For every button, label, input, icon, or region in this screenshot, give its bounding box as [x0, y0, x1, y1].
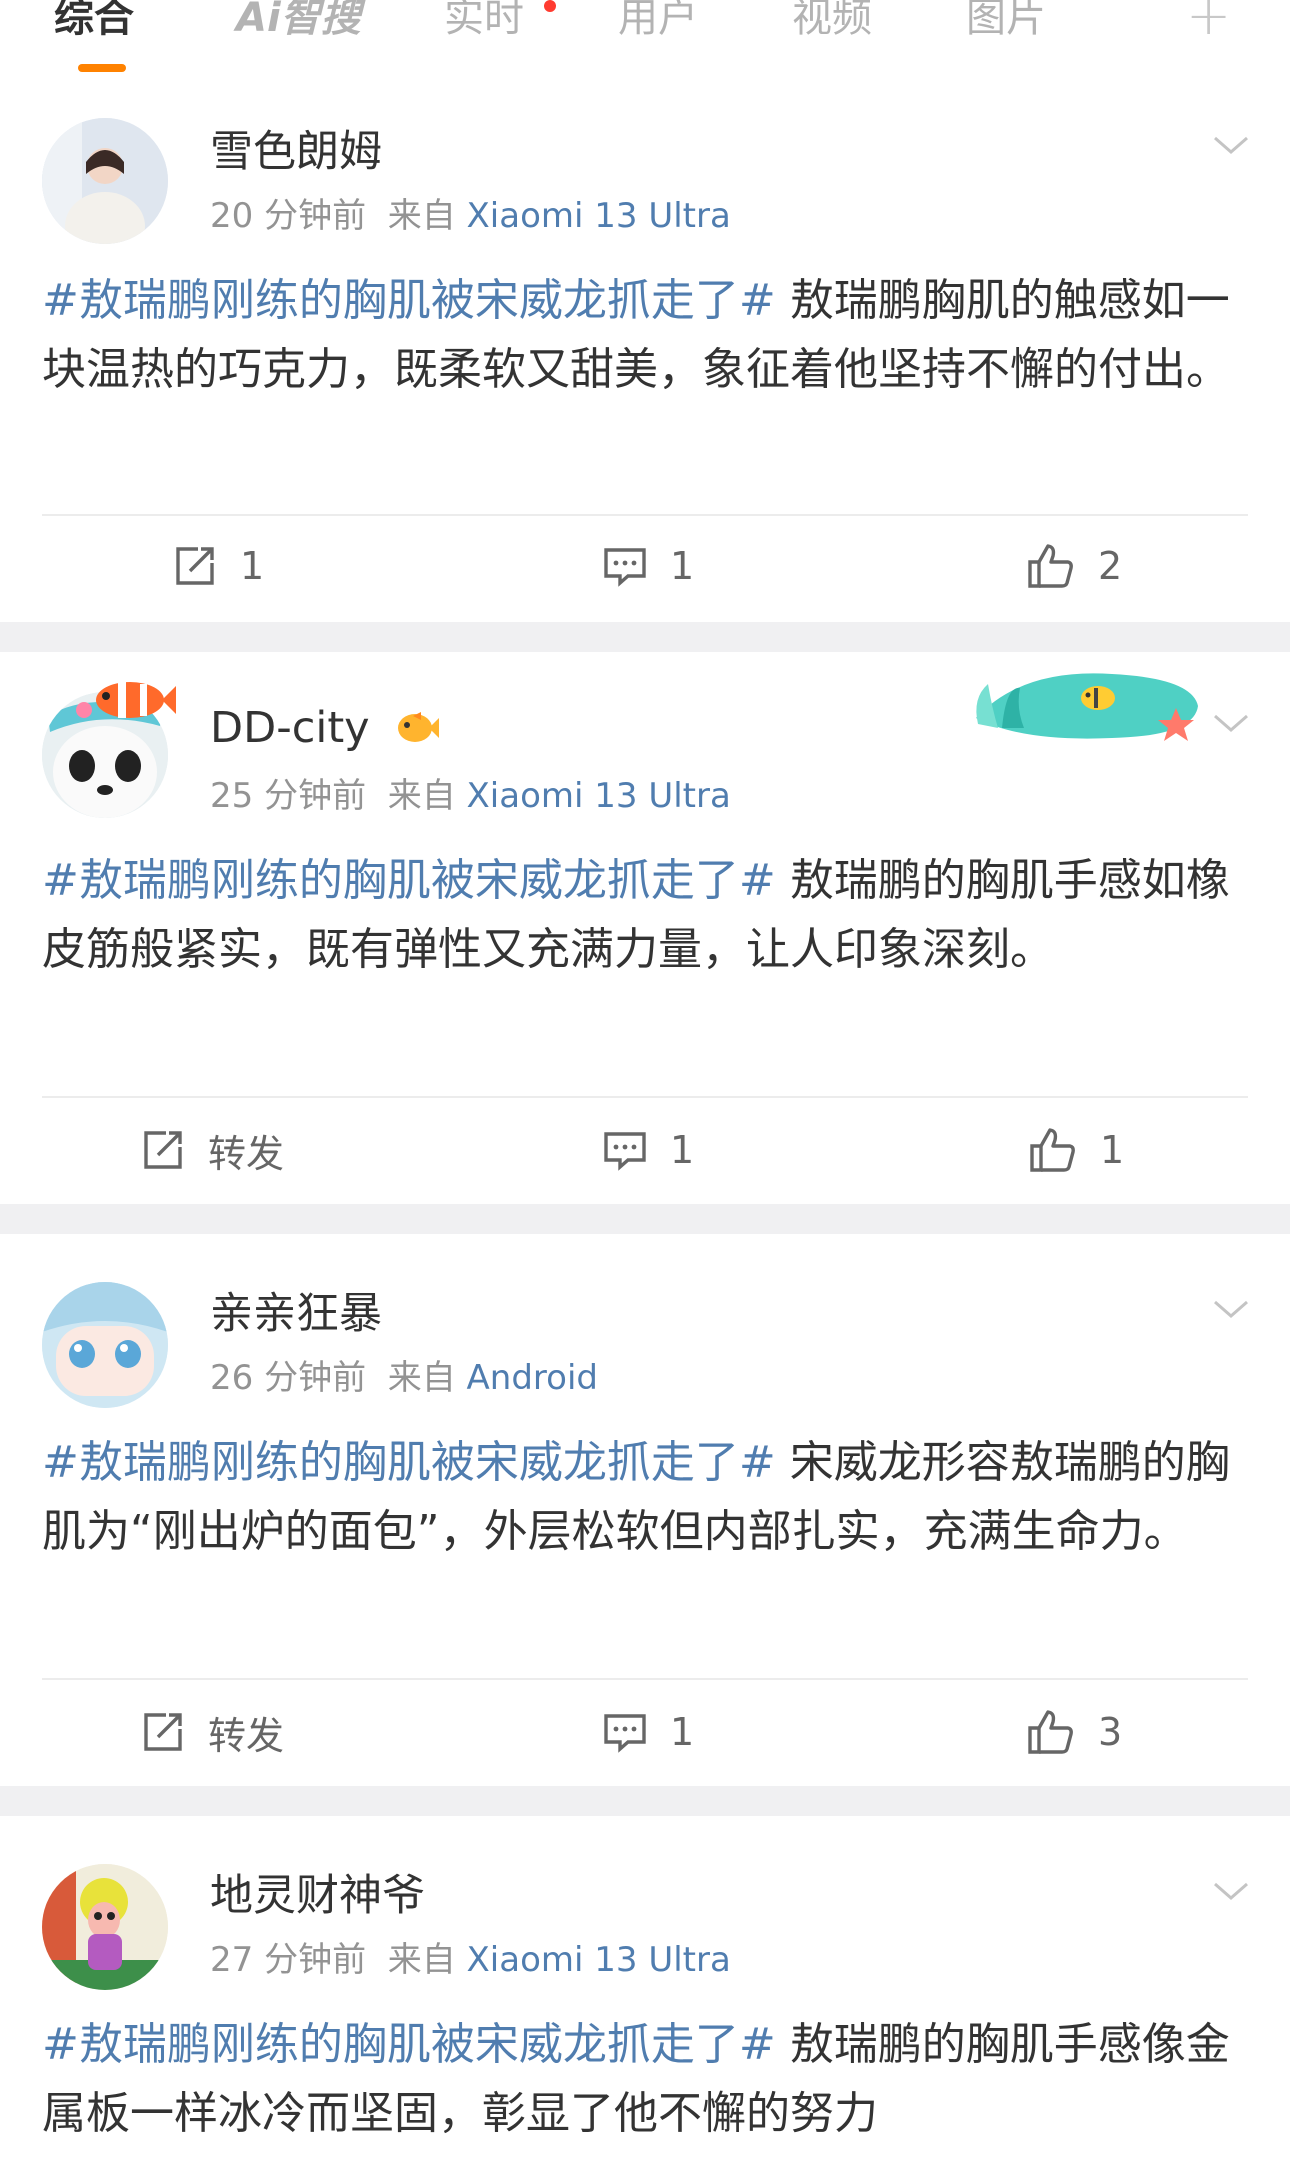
repost-label: 转发: [208, 1131, 285, 1176]
fish-badge-icon: [398, 712, 440, 742]
tab-ai-search[interactable]: Ai智搜: [236, 0, 361, 48]
post-meta: 26 分钟前 来自 Android: [210, 1356, 598, 1400]
chevron-down-icon[interactable]: [1212, 704, 1250, 742]
avatar-image: [42, 1282, 168, 1408]
notification-dot: [544, 0, 556, 12]
post-card: 雪色朗姆 20 分钟前 来自 Xiaomi 13 Ultra #敖瑞鹏刚练的胸肌…: [0, 80, 1290, 622]
post-meta: 27 分钟前 来自 Xiaomi 13 Ultra: [210, 1938, 731, 1982]
topic-link[interactable]: #敖瑞鹏刚练的胸肌被宋威龙抓走了#: [42, 2019, 776, 2070]
username[interactable]: DD-city: [210, 702, 440, 754]
post-time: 27 分钟前: [210, 1940, 367, 1980]
post-separator: [0, 1204, 1290, 1234]
username[interactable]: 雪色朗姆: [210, 126, 382, 178]
comment-count: 1: [670, 1128, 695, 1172]
username[interactable]: 亲亲狂暴: [210, 1288, 382, 1340]
divider: [42, 1096, 1248, 1098]
post-separator: [0, 1786, 1290, 1816]
post-time: 26 分钟前: [210, 1358, 367, 1398]
source-prefix: 来自: [387, 776, 456, 816]
divider: [42, 514, 1248, 516]
thumbs-up-icon: [1028, 1710, 1073, 1754]
post-source[interactable]: Xiaomi 13 Ultra: [467, 776, 731, 816]
like-count: 2: [1098, 544, 1123, 588]
avatar[interactable]: [42, 1864, 168, 1990]
thumbs-up-icon: [1030, 1128, 1075, 1172]
post-meta: 20 分钟前 来自 Xiaomi 13 Ultra: [210, 194, 731, 238]
tab-general[interactable]: 综合: [54, 0, 134, 48]
add-tab-button[interactable]: +: [1186, 0, 1231, 46]
source-prefix: 来自: [387, 1940, 456, 1980]
post-source[interactable]: Xiaomi 13 Ultra: [467, 1940, 731, 1980]
comment-count: 1: [670, 1710, 695, 1754]
username-text: DD-city: [210, 703, 370, 753]
post-time: 20 分钟前: [210, 196, 367, 236]
active-tab-indicator: [78, 64, 126, 72]
post-meta: 25 分钟前 来自 Xiaomi 13 Ultra: [210, 774, 731, 818]
repost-icon: [176, 547, 214, 585]
comment-button[interactable]: 1: [602, 1120, 694, 1180]
like-count: 3: [1098, 1710, 1123, 1754]
post-card: DD-city 25 分钟前 来自 Xiaomi 13 Ultra #敖瑞鹏刚练…: [0, 652, 1290, 1204]
repost-icon: [144, 1713, 182, 1751]
post-text: #敖瑞鹏刚练的胸肌被宋威龙抓走了# 敖瑞鹏胸肌的触感如一块温热的巧克力，既柔软又…: [42, 266, 1248, 404]
comment-icon: [604, 1132, 646, 1171]
repost-icon: [144, 1131, 182, 1169]
post-source[interactable]: Xiaomi 13 Ultra: [467, 196, 731, 236]
repost-button[interactable]: 转发: [140, 1120, 284, 1180]
source-prefix: 来自: [387, 196, 456, 236]
repost-button[interactable]: 转发: [140, 1702, 284, 1762]
post-separator: [0, 622, 1290, 652]
source-prefix: 来自: [387, 1358, 456, 1398]
thumbs-up-icon: [1028, 544, 1073, 588]
repost-label: 转发: [208, 1713, 285, 1758]
post-text: #敖瑞鹏刚练的胸肌被宋威龙抓走了# 宋威龙形容敖瑞鹏的胸肌为“刚出炉的面包”，外…: [42, 1428, 1248, 1566]
divider: [42, 1678, 1248, 1680]
topic-link[interactable]: #敖瑞鹏刚练的胸肌被宋威龙抓走了#: [42, 855, 776, 906]
tab-users[interactable]: 用户: [618, 0, 698, 48]
like-count: 1: [1100, 1128, 1125, 1172]
post-card: 亲亲狂暴 26 分钟前 来自 Android #敖瑞鹏刚练的胸肌被宋威龙抓走了#…: [0, 1234, 1290, 1786]
repost-button[interactable]: 1: [172, 536, 264, 596]
post-time: 25 分钟前: [210, 776, 367, 816]
comment-button[interactable]: 1: [602, 1702, 694, 1762]
clownfish-decoration-icon: [76, 682, 176, 718]
comment-icon: [604, 548, 646, 587]
repost-count: 1: [240, 544, 265, 588]
like-button[interactable]: 2: [1026, 536, 1122, 596]
avatar[interactable]: [42, 118, 168, 244]
topic-link[interactable]: #敖瑞鹏刚练的胸肌被宋威龙抓走了#: [42, 1437, 776, 1488]
comment-count: 1: [670, 544, 695, 588]
ocean-card-decoration-icon: [976, 673, 1198, 741]
post-source[interactable]: Android: [467, 1358, 598, 1398]
like-button[interactable]: 3: [1026, 1702, 1122, 1762]
comment-icon: [604, 1714, 646, 1753]
post-text: #敖瑞鹏刚练的胸肌被宋威龙抓走了# 敖瑞鹏的胸肌手感如橡皮筋般紧实，既有弹性又充…: [42, 846, 1248, 984]
search-tab-bar: 综合 Ai智搜 实时 用户 视频 图片 +: [0, 0, 1290, 80]
topic-link[interactable]: #敖瑞鹏刚练的胸肌被宋威龙抓走了#: [42, 275, 776, 326]
chevron-down-icon[interactable]: [1212, 1872, 1250, 1910]
tab-images[interactable]: 图片: [966, 0, 1046, 48]
tab-realtime[interactable]: 实时: [444, 0, 524, 48]
comment-button[interactable]: 1: [602, 536, 694, 596]
avatar-image: [42, 118, 168, 244]
username[interactable]: 地灵财神爷: [210, 1870, 425, 1922]
tab-videos[interactable]: 视频: [792, 0, 872, 48]
avatar[interactable]: [42, 1282, 168, 1408]
avatar-image: [42, 1864, 168, 1990]
text-fade-overlay: [980, 2088, 1290, 2167]
chevron-down-icon[interactable]: [1212, 1290, 1250, 1328]
chevron-down-icon[interactable]: [1212, 126, 1250, 164]
like-button[interactable]: 1: [1028, 1120, 1124, 1180]
tab-ai-search-label: Ai智搜: [236, 0, 361, 41]
